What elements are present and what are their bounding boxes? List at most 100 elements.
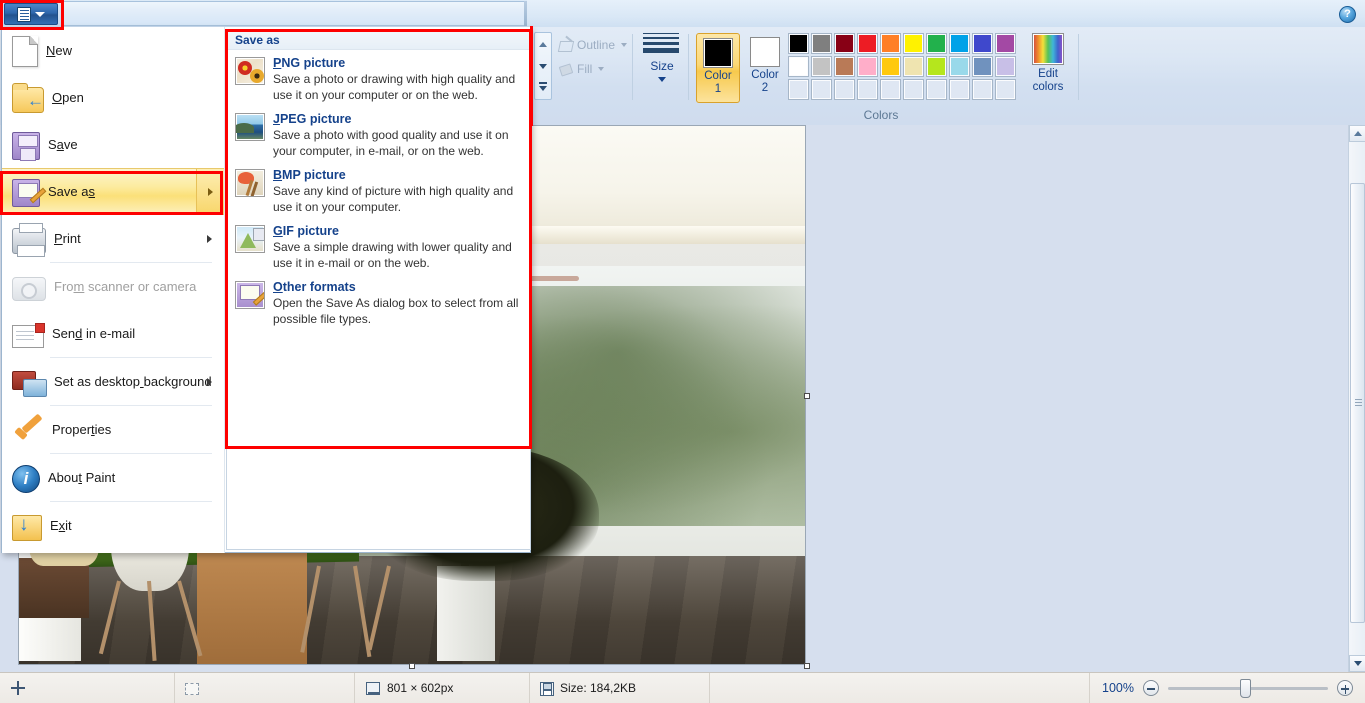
palette-swatch[interactable] xyxy=(972,56,993,77)
status-cursor-position xyxy=(0,672,175,703)
file-menu-item-label: Exit xyxy=(50,518,72,533)
file-menu-item-label: Open xyxy=(52,90,84,105)
quick-access-toolbar[interactable] xyxy=(62,1,526,26)
expand-gallery-icon[interactable] xyxy=(539,81,547,91)
edit-colors-button[interactable]: Edit colors xyxy=(1028,33,1068,94)
shapes-gallery-scroll[interactable] xyxy=(534,32,552,100)
palette-swatch[interactable] xyxy=(834,56,855,77)
exit-folder-icon xyxy=(12,514,42,541)
submenu-arrow-cell[interactable] xyxy=(196,169,224,214)
file-menu-item-save-as[interactable]: Save as xyxy=(2,168,224,215)
palette-swatch[interactable] xyxy=(949,79,970,100)
palette-swatch[interactable] xyxy=(788,33,809,54)
chevron-right-icon xyxy=(208,187,213,196)
color-2-label-line1: Color xyxy=(751,69,779,81)
canvas-resize-handle-bottom[interactable] xyxy=(409,663,415,669)
canvas-resize-handle-right[interactable] xyxy=(804,393,810,399)
open-folder-icon xyxy=(12,82,44,113)
color-1-button[interactable]: Color 1 xyxy=(696,33,740,103)
edit-colors-label-line1: Edit xyxy=(1038,68,1058,80)
save-as-format-description: Save any kind of picture with high quali… xyxy=(273,184,514,214)
palette-swatch[interactable] xyxy=(949,56,970,77)
save-as-format-item[interactable]: BMP picture Save any kind of picture with… xyxy=(227,162,530,218)
zoom-slider-track[interactable] xyxy=(1168,678,1328,698)
palette-swatch[interactable] xyxy=(949,33,970,54)
help-icon[interactable]: ? xyxy=(1339,6,1356,23)
new-document-icon xyxy=(12,35,38,67)
palette-swatch[interactable] xyxy=(811,33,832,54)
palette-swatch[interactable] xyxy=(880,56,901,77)
zoom-out-button[interactable] xyxy=(1143,680,1159,696)
save-as-format-item[interactable]: Other formats Open the Save As dialog box… xyxy=(227,274,530,330)
palette-swatch[interactable] xyxy=(903,33,924,54)
jpeg-landscape-icon xyxy=(235,113,265,141)
zoom-in-button[interactable] xyxy=(1337,680,1353,696)
scroll-up-icon[interactable] xyxy=(539,41,547,47)
size-button[interactable]: Size xyxy=(642,33,682,82)
paint-bucket-icon xyxy=(558,62,573,77)
palette-swatch[interactable] xyxy=(972,33,993,54)
zoom-controls[interactable]: 100% xyxy=(1090,673,1365,703)
file-menu-item-send-in-e-mail[interactable]: Send in e-mail xyxy=(2,310,224,357)
palette-swatch[interactable] xyxy=(995,79,1016,100)
paint-application-window: ? Outline Fill Size Color 1 Color 2 Edit… xyxy=(0,0,1365,703)
selection-size-icon xyxy=(185,683,199,695)
palette-swatch[interactable] xyxy=(903,56,924,77)
zoom-level-label: 100% xyxy=(1102,681,1134,695)
save-as-format-item[interactable]: JPEG picture Save a photo with good quali… xyxy=(227,106,530,162)
palette-swatch[interactable] xyxy=(788,79,809,100)
vertical-scrollbar-thumb[interactable] xyxy=(1350,183,1365,623)
save-as-icon xyxy=(12,179,40,207)
color-2-button[interactable]: Color 2 xyxy=(744,33,786,103)
palette-swatch[interactable] xyxy=(880,79,901,100)
scanner-camera-icon xyxy=(12,277,46,301)
save-as-format-description: Open the Save As dialog box to select fr… xyxy=(273,296,519,326)
save-as-format-list[interactable]: PNG picture Save a photo or drawing with … xyxy=(227,50,530,330)
palette-swatch[interactable] xyxy=(811,56,832,77)
palette-swatch[interactable] xyxy=(903,79,924,100)
palette-swatch[interactable] xyxy=(926,79,947,100)
palette-swatch[interactable] xyxy=(788,56,809,77)
canvas-resize-handle-corner[interactable] xyxy=(804,663,810,669)
palette-swatch[interactable] xyxy=(972,79,993,100)
status-image-dimensions: 801 × 602px xyxy=(355,672,530,703)
save-as-format-item[interactable]: PNG picture Save a photo or drawing with … xyxy=(227,50,530,106)
chevron-down-icon xyxy=(598,67,605,71)
file-menu-item-label: Save xyxy=(48,137,78,152)
palette-swatch[interactable] xyxy=(926,33,947,54)
palette-swatch[interactable] xyxy=(995,56,1016,77)
paint-menu-button[interactable] xyxy=(4,3,58,25)
scroll-up-button[interactable] xyxy=(1349,125,1365,142)
palette-swatch[interactable] xyxy=(857,56,878,77)
palette-swatch[interactable] xyxy=(995,33,1016,54)
palette-swatch[interactable] xyxy=(834,33,855,54)
colors-group-label: Colors xyxy=(863,108,899,122)
color-palette[interactable] xyxy=(788,33,1018,102)
zoom-slider-thumb[interactable] xyxy=(1240,678,1251,698)
file-menu-list[interactable]: New Open Save Save as Print From scanner or c… xyxy=(2,27,225,553)
file-menu-item-properties[interactable]: Properties xyxy=(2,406,224,453)
palette-swatch[interactable] xyxy=(857,79,878,100)
palette-swatch[interactable] xyxy=(857,33,878,54)
file-menu-item-exit[interactable]: Exit xyxy=(2,502,224,549)
file-menu-item-set-as-desktop-background[interactable]: Set as desktop background xyxy=(2,358,224,405)
desktop-monitors-icon xyxy=(12,370,47,397)
outline-button[interactable]: Outline xyxy=(558,33,640,57)
file-menu-item-open[interactable]: Open xyxy=(2,74,224,121)
file-menu-item-about-paint[interactable]: About Paint xyxy=(2,454,224,501)
file-menu-item-save[interactable]: Save xyxy=(2,121,224,168)
scroll-down-button[interactable] xyxy=(1349,655,1365,672)
fill-button[interactable]: Fill xyxy=(558,57,640,81)
scroll-down-icon[interactable] xyxy=(539,63,547,69)
file-menu-item-print[interactable]: Print xyxy=(2,215,224,262)
file-menu-item-new[interactable]: New xyxy=(2,27,224,74)
save-as-format-item[interactable]: GIF picture Save a simple drawing with lo… xyxy=(227,218,530,274)
palette-swatch[interactable] xyxy=(811,79,832,100)
file-menu-item-label: About Paint xyxy=(48,470,116,485)
save-as-submenu-panel[interactable]: Save as PNG picture Save a photo or drawi… xyxy=(226,29,531,550)
vertical-scrollbar[interactable] xyxy=(1348,125,1365,672)
scrollbar-grip-icon xyxy=(1355,399,1362,400)
palette-swatch[interactable] xyxy=(834,79,855,100)
palette-swatch[interactable] xyxy=(880,33,901,54)
palette-swatch[interactable] xyxy=(926,56,947,77)
